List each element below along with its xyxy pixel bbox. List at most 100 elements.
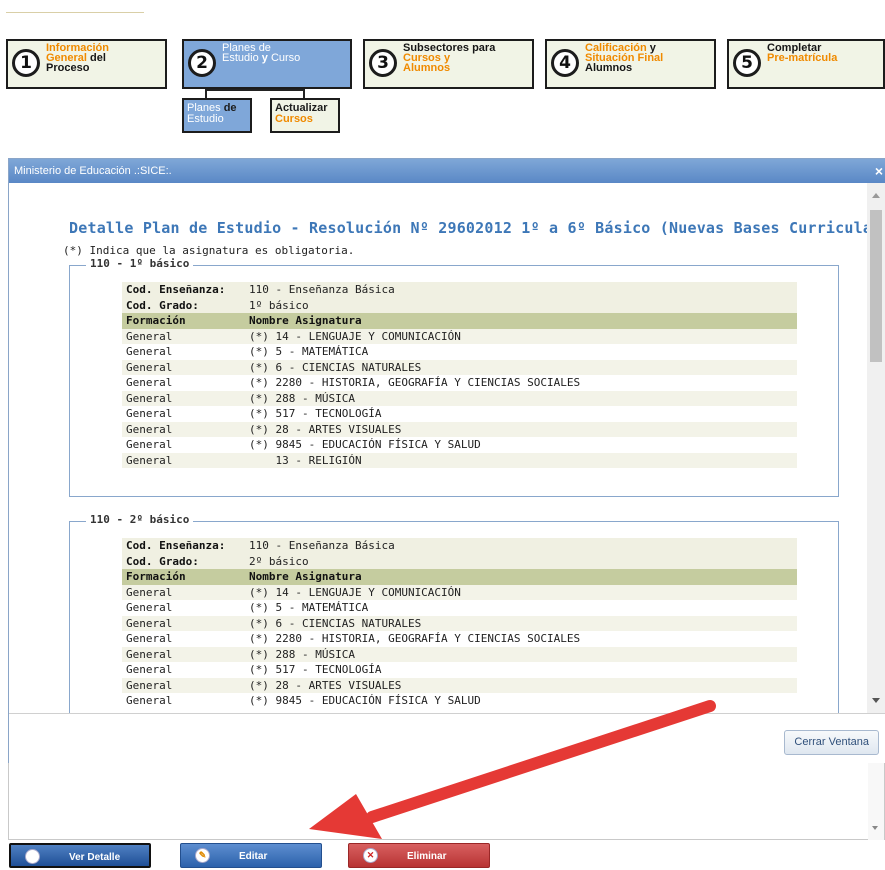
asignatura-cell: (*) 14 - LENGUAJE Y COMUNICACIÓN [245,328,797,344]
edit-label: Editar [239,851,268,862]
wizard-step-1[interactable]: 1 Información General del Proceso [6,39,167,89]
formacion-cell: General [122,375,245,391]
formacion-cell: General [122,344,245,360]
cod-ensenanza-label: Cod. Enseñanza: [122,282,245,298]
step-label-segment: Pre-matrícula [767,52,838,64]
detail-title: Detalle Plan de Estudio - Resolución Nº … [69,219,885,237]
grade-rows: General (*) 14 - LENGUAJE Y COMUNICACIÓN G… [122,328,797,468]
formacion-cell: General [122,359,245,375]
column-header-asignatura: Nombre Asignatura [245,313,797,329]
delete-label: Eliminar [407,851,447,862]
table-row: General (*) 6 - CIENCIAS NATURALES [122,615,797,631]
scroll-down-icon[interactable] [872,826,878,830]
table-row: General (*) 2280 - HISTORIA, GEOGRAFÍA Y … [122,375,797,391]
step-label-4: Calificación y Situación Final Alumnos [585,43,712,74]
modal-footer: Cerrar Ventana [9,713,885,765]
step-number-1: 1 [12,49,40,77]
formacion-cell: General [122,600,245,616]
formacion-cell: General [122,677,245,693]
substep-planes-de-estudio[interactable]: Planes de Estudio [182,98,252,133]
formacion-cell: General [122,406,245,422]
cod-ensenanza-value: 110 - Enseñanza Básica [245,538,797,554]
column-header-formacion: Formación [122,313,245,329]
asignatura-cell: (*) 517 - TECNOLOGÍA [245,406,797,422]
table-row: General (*) 9845 - EDUCACIÓN FÍSICA Y SAL… [122,437,797,453]
wizard-step-2[interactable]: 2 Planes de Estudio y Curso [182,39,352,89]
column-header-asignatura: Nombre Asignatura [245,569,797,585]
view-detail-label: Ver Detalle [69,852,121,863]
close-icon[interactable]: × [875,159,883,183]
grade-legend: 110 - 1º básico [86,257,194,270]
table-row: General (*) 288 - MÚSICA [122,390,797,406]
substep-estudio-text: Estudio [187,113,224,125]
wizard-step-5[interactable]: 5 Completar Pre-matrícula [727,39,885,89]
substep-cursos-text: Cursos [275,113,313,125]
table-row: General (*) 5 - MATEMÁTICA [122,344,797,360]
step-number-2: 2 [188,49,216,77]
asignatura-cell: (*) 6 - CIENCIAS NATURALES [245,359,797,375]
asignatura-cell: (*) 28 - ARTES VISUALES [245,421,797,437]
step-label-5: Completar Pre-matrícula [767,43,881,64]
grade-rows: General (*) 14 - LENGUAJE Y COMUNICACIÓN G… [122,584,797,709]
step-number-5: 5 [733,49,761,77]
formacion-cell: General [122,631,245,647]
modal-titlebar[interactable]: Ministerio de Educación .:SICE:. × [9,159,885,183]
underlying-list-area [8,763,885,840]
cod-grado-label: Cod. Grado: [122,553,245,569]
asignatura-cell: (*) 9845 - EDUCACIÓN FÍSICA Y SALUD [245,437,797,453]
wizard-step-3[interactable]: 3 Subsectores para Cursos y Alumnos [363,39,534,89]
asignatura-cell: (*) 2280 - HISTORIA, GEOGRAFÍA Y CIENCIA… [245,631,797,647]
substep-connector [205,89,305,98]
grade-table: Cod. Enseñanza: 110 - Enseñanza Básica C… [122,282,797,468]
list-scrollbar[interactable] [868,763,884,840]
step-label-segment: Curso [267,52,301,64]
scroll-down-icon[interactable] [872,698,880,703]
meta-row: Cod. Grado: 1º básico [122,297,797,313]
table-header: Formación Nombre Asignatura [122,313,797,329]
document-icon: ▯ [25,849,40,864]
asignatura-cell: (*) 14 - LENGUAJE Y COMUNICACIÓN [245,584,797,600]
cod-ensenanza-value: 110 - Enseñanza Básica [245,282,797,298]
grade-legend: 110 - 2º básico [86,513,194,526]
scroll-up-icon[interactable] [872,193,880,198]
modal-body: Detalle Plan de Estudio - Resolución Nº … [9,183,885,713]
table-row: General (*) 5 - MATEMÁTICA [122,600,797,616]
top-divider [6,12,144,13]
table-row: General 13 - RELIGIÓN [122,452,797,468]
grade-fieldset-1: 110 - 1º básico Cod. Enseñanza: 110 - En… [69,257,839,497]
formacion-cell: General [122,452,245,468]
cod-grado-value: 2º básico [245,553,797,569]
asignatura-cell: (*) 2280 - HISTORIA, GEOGRAFÍA Y CIENCIA… [245,375,797,391]
view-detail-button[interactable]: ▯ Ver Detalle [9,843,151,868]
edit-button[interactable]: ✎ Editar [180,843,322,868]
table-row: General (*) 517 - TECNOLOGÍA [122,662,797,678]
formacion-cell: General [122,646,245,662]
modal-scrollbar[interactable] [867,183,885,713]
asignatura-cell: (*) 288 - MÚSICA [245,646,797,662]
step-label-segment: Proceso [46,62,90,74]
wizard-step-4[interactable]: 4 Calificación y Situación Final Alumnos [545,39,716,89]
delete-button[interactable]: ✕ Eliminar [348,843,490,868]
formacion-cell: General [122,662,245,678]
cod-grado-label: Cod. Grado: [122,297,245,313]
step-label-segment: y [258,52,268,64]
step-label-2: Planes de Estudio y Curso [222,43,348,64]
asignatura-cell: 13 - RELIGIÓN [245,452,797,468]
table-row: General (*) 28 - ARTES VISUALES [122,421,797,437]
table-row: General (*) 14 - LENGUAJE Y COMUNICACIÓN [122,328,797,344]
grade-table: Cod. Enseñanza: 110 - Enseñanza Básica C… [122,538,797,709]
edit-icon: ✎ [195,848,210,863]
table-row: General (*) 6 - CIENCIAS NATURALES [122,359,797,375]
step-label-segment: del [86,52,106,64]
formacion-cell: General [122,390,245,406]
asignatura-cell: (*) 288 - MÚSICA [245,390,797,406]
meta-row: Cod. Enseñanza: 110 - Enseñanza Básica [122,538,797,554]
table-row: General (*) 517 - TECNOLOGÍA [122,406,797,422]
asignatura-cell: (*) 28 - ARTES VISUALES [245,677,797,693]
table-row: General (*) 28 - ARTES VISUALES [122,677,797,693]
formacion-cell: General [122,421,245,437]
close-window-button[interactable]: Cerrar Ventana [784,730,879,755]
scrollbar-thumb[interactable] [870,210,882,362]
substep-actualizar-cursos[interactable]: Actualizar Cursos [270,98,340,133]
modal-title: Ministerio de Educación .:SICE:. [14,165,172,177]
